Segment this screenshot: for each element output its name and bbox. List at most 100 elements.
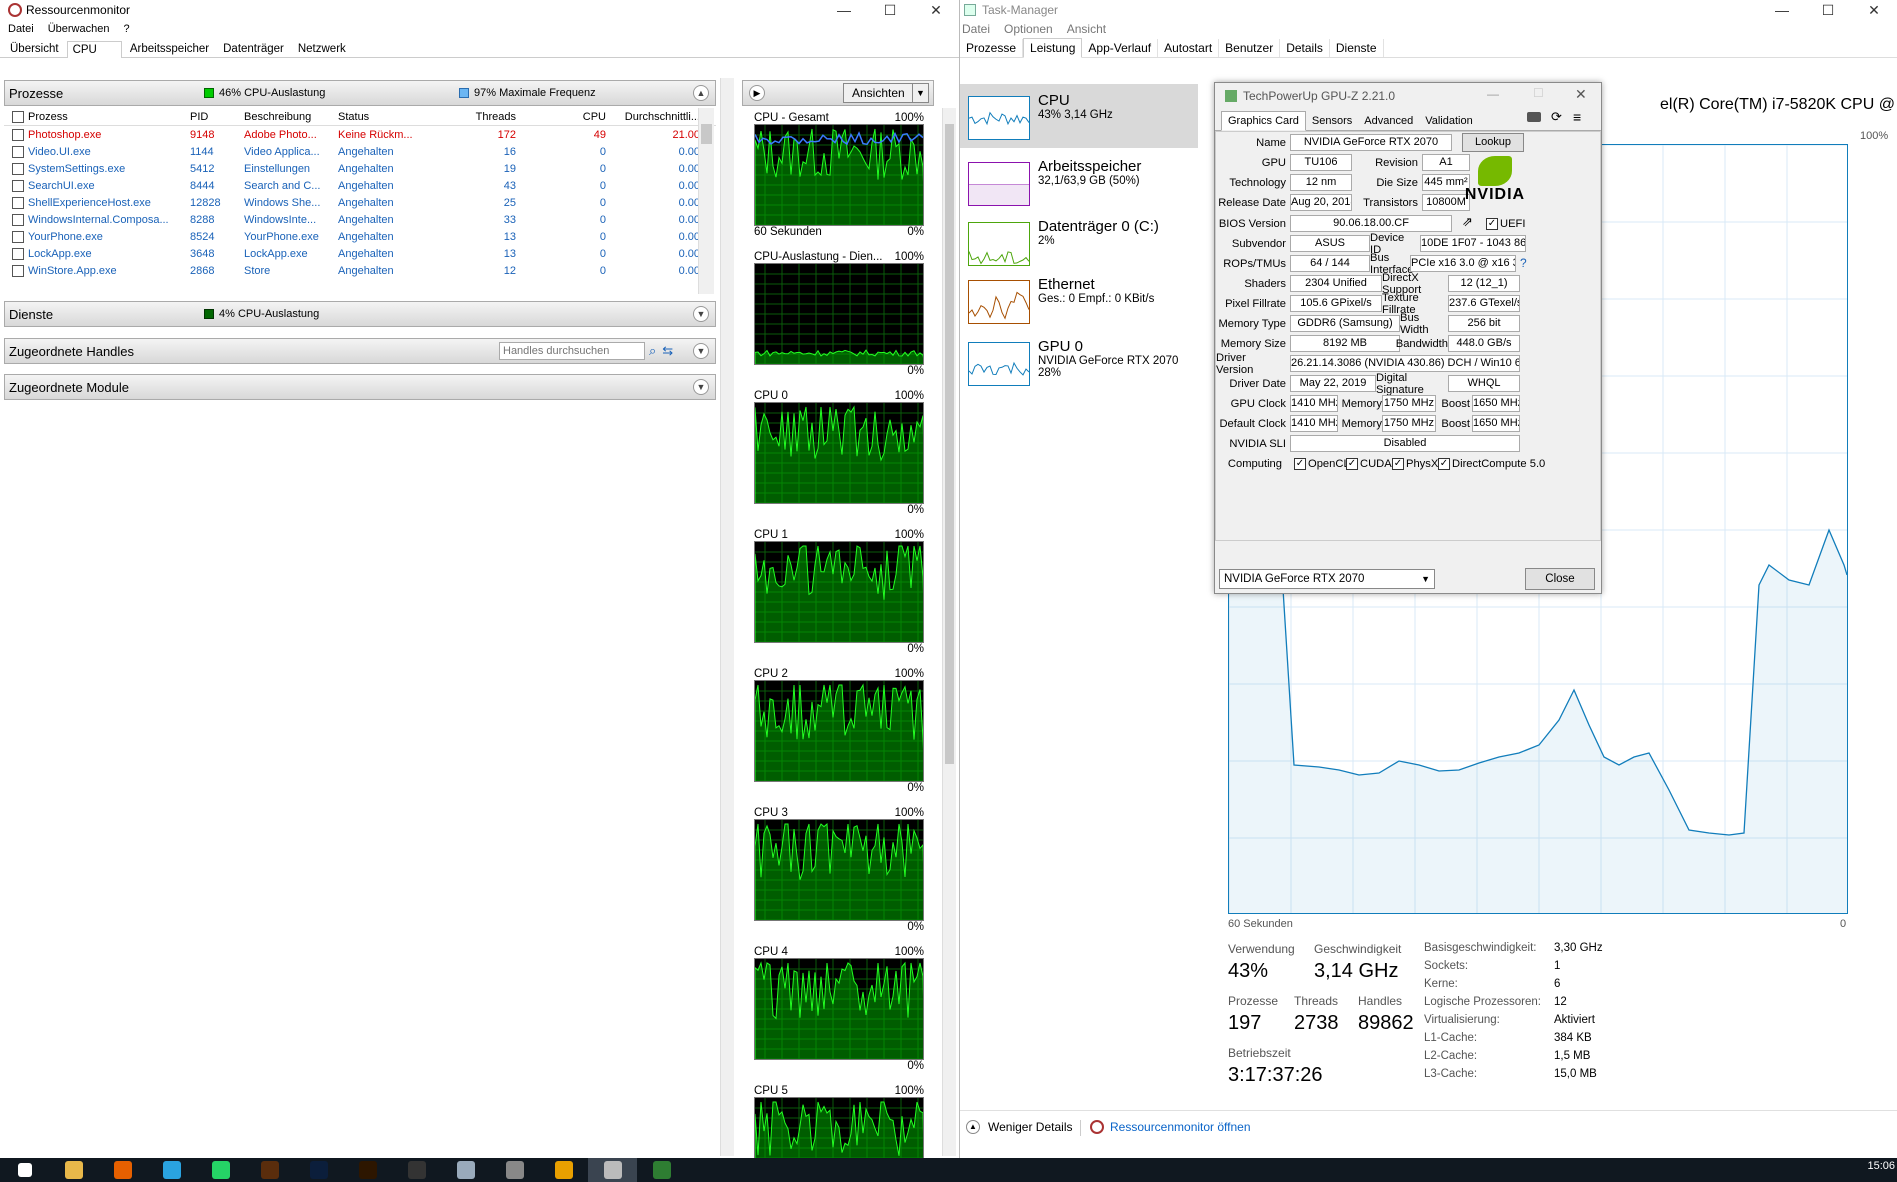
task-manager-icon[interactable] [637,1158,686,1182]
tab-validation[interactable]: Validation [1419,112,1479,130]
perf-item-1[interactable]: Arbeitsspeicher 32,1/63,9 GB (50%) [960,150,1198,214]
photos-icon[interactable] [441,1158,490,1182]
cinema4d-icon[interactable] [392,1158,441,1182]
tab-datentraeger[interactable]: Datenträger [217,40,290,57]
gpu-select-dropdown[interactable]: NVIDIA GeForce RTX 2070 ▼ [1219,569,1435,589]
help-icon[interactable]: ? [1520,256,1527,270]
windows-start-icon[interactable] [0,1158,49,1182]
menu-ueberwachen[interactable]: Überwachen [48,23,110,35]
process-scrollbar[interactable] [698,108,714,294]
row-checkbox[interactable] [12,264,24,277]
computing-checkbox[interactable]: ✓ CUDA [1346,455,1392,473]
menu-optionen[interactable]: Optionen [1004,22,1053,36]
table-row[interactable]: SystemSettings.exe 5412 Einstellungen Angeh… [4,160,716,177]
uefi-checkbox[interactable]: ✓ UEFI [1486,215,1525,233]
expand-arrow-icon[interactable]: ▶ [749,85,765,101]
col-status[interactable]: Status [338,111,428,123]
menu-icon[interactable]: ≡ [1573,109,1581,125]
file-explorer-icon[interactable] [49,1158,98,1182]
menu-help[interactable]: ? [123,23,129,35]
expand-chevron-icon[interactable]: ▼ [693,343,709,359]
perf-item-4[interactable]: GPU 0 NVIDIA GeForce RTX 2070 28% [960,330,1198,394]
tab-netzwerk[interactable]: Netzwerk [292,40,352,57]
col-avg[interactable]: Durchschnittli... [606,111,700,123]
maximize-icon[interactable]: ☐ [1533,86,1544,100]
tab-details[interactable]: Details [1280,38,1330,57]
minimize-icon[interactable]: — [821,2,867,18]
table-row[interactable]: Video.UI.exe 1144 Video Applica... Angehalt… [4,143,716,160]
perf-item-0[interactable]: CPU 43% 3,14 GHz [960,84,1198,148]
tab-advanced[interactable]: Advanced [1358,112,1419,130]
tab-uebersicht[interactable]: Übersicht [4,40,65,57]
computing-checkbox[interactable]: ✓ DirectCompute 5.0 [1438,455,1545,473]
col-threads[interactable]: Threads [428,111,516,123]
photoshop-icon[interactable] [294,1158,343,1182]
gpuz-close-button[interactable]: Close [1525,568,1595,590]
col-cpu[interactable]: CPU [516,111,606,123]
tab-app-verlauf[interactable]: App-Verlauf [1082,38,1159,57]
processes-section-header[interactable]: Prozesse 46% CPU-Auslastung 97% Maximale… [4,80,716,106]
row-checkbox[interactable] [12,230,24,243]
table-row[interactable]: LockApp.exe 3648 LockApp.exe Angehalten 13 0 0… [4,245,716,262]
tab-cpu[interactable]: CPU [66,41,122,58]
close-icon[interactable]: ✕ [1575,86,1587,103]
bridge-icon[interactable] [245,1158,294,1182]
table-row[interactable]: WinStore.App.exe 2868 Store Angehalten 12 0 0.… [4,262,716,279]
row-checkbox[interactable] [12,247,24,260]
refresh-icon[interactable]: ⟳ [1551,109,1562,125]
resource-monitor-icon[interactable] [588,1158,637,1182]
tab-prozesse[interactable]: Prozesse [960,38,1024,57]
services-section-header[interactable]: Dienste 4% CPU-Auslastung ▼ [4,301,716,327]
computing-checkbox[interactable]: ✓ OpenCL [1294,455,1350,473]
minimize-icon[interactable]: — [1487,87,1499,101]
table-row[interactable]: Photoshop.exe 9148 Adobe Photo... Keine Rüc… [4,126,716,143]
share-icon[interactable]: ⇗ [1462,214,1473,230]
expand-chevron-icon[interactable]: ▼ [693,306,709,322]
expand-chevron-icon[interactable]: ▼ [693,379,709,395]
tab-dienste[interactable]: Dienste [1330,38,1384,57]
row-checkbox[interactable] [12,196,24,209]
menu-datei[interactable]: Datei [8,23,34,35]
views-dropdown[interactable]: Ansichten ▼ [843,83,929,103]
maximize-icon[interactable]: ☐ [1805,2,1851,19]
row-checkbox[interactable] [12,162,24,175]
search-icon[interactable]: ⌕ [649,343,656,359]
table-row[interactable]: YourPhone.exe 8524 YourPhone.exe Angehalten… [4,228,716,245]
menu-datei[interactable]: Datei [962,22,990,36]
whatsapp-icon[interactable] [196,1158,245,1182]
firefox-icon[interactable] [98,1158,147,1182]
col-beschreibung[interactable]: Beschreibung [244,111,338,123]
tab-leistung[interactable]: Leistung [1023,37,1083,58]
handles-search-input[interactable] [499,342,645,360]
table-row[interactable]: SearchUI.exe 8444 Search and C... Angehalte… [4,177,716,194]
camera-icon[interactable] [1527,112,1541,122]
row-checkbox[interactable] [12,128,24,141]
lookup-button[interactable]: Lookup [1462,133,1524,152]
tab-graphics-card[interactable]: Graphics Card [1221,111,1306,131]
close-icon[interactable]: ✕ [913,2,959,19]
computing-checkbox[interactable]: ✓ PhysX [1392,455,1438,473]
perf-item-2[interactable]: Datenträger 0 (C:) 2% [960,210,1198,274]
collapse-chevron-icon[interactable]: ▲ [693,85,709,101]
tab-arbeitsspeicher[interactable]: Arbeitsspeicher [124,40,215,57]
tab-benutzer[interactable]: Benutzer [1219,38,1281,57]
modules-section-header[interactable]: Zugeordnete Module ▼ [4,374,716,400]
graphs-scrollbar[interactable] [942,108,956,1156]
close-icon[interactable]: ✕ [1851,2,1897,19]
media-icon[interactable] [539,1158,588,1182]
perf-item-3[interactable]: Ethernet Ges.: 0 Empf.: 0 KBit/s [960,268,1198,332]
illustrator-icon[interactable] [343,1158,392,1182]
handles-section-header[interactable]: Zugeordnete Handles ⌕ ⇆ ▼ [4,338,716,364]
menu-ansicht[interactable]: Ansicht [1067,22,1106,36]
col-prozess[interactable]: Prozess [28,111,190,123]
tab-sensors[interactable]: Sensors [1306,112,1358,130]
maximize-icon[interactable]: ☐ [867,2,913,19]
col-pid[interactable]: PID [190,111,244,123]
row-checkbox[interactable] [12,179,24,192]
open-resource-monitor-link[interactable]: Ressourcenmonitor öffnen [1090,1120,1251,1134]
table-row[interactable]: WindowsInternal.Composa... 8288 WindowsInt… [4,211,716,228]
left-pane-scrollbar[interactable] [720,78,734,1156]
telegram-icon[interactable] [147,1158,196,1182]
minimize-icon[interactable]: — [1759,2,1805,18]
select-all-checkbox[interactable] [12,110,24,123]
